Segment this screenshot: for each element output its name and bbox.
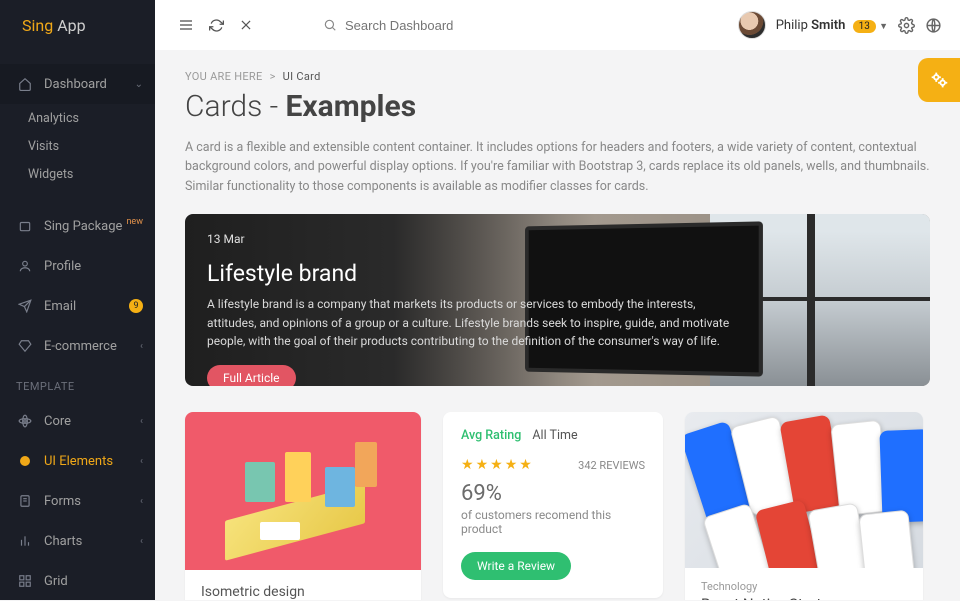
hero-card: 13 Mar Lifestyle brand A lifestyle brand… — [185, 214, 930, 386]
crumb-page: UI Card — [283, 70, 321, 83]
active-dot-icon — [16, 456, 34, 466]
card-title: Isometric design — [201, 584, 405, 600]
search-input[interactable] — [345, 18, 525, 33]
sidebar-item-email[interactable]: Email 9 — [0, 286, 155, 326]
chevron-left-icon: ‹ — [140, 416, 143, 427]
sidebar-label: Charts — [44, 534, 82, 549]
topbar: Philip Smith 13 ▼ — [155, 0, 960, 50]
brand-logo[interactable]: Sing App — [0, 0, 155, 50]
star-icon: ★ — [461, 457, 476, 473]
card-rating: Avg Rating All Time ★★★★★ 342 REVIEWS 69… — [443, 412, 663, 598]
main-content: YOU ARE HERE > UI Card Cards - Examples … — [155, 50, 960, 600]
crumb-sep: > — [270, 70, 276, 83]
home-icon — [16, 77, 34, 91]
sidebar-label: UI Elements — [44, 454, 113, 469]
chevron-left-icon: ‹ — [140, 496, 143, 507]
avg-rating-label: Avg Rating — [461, 428, 521, 443]
page-lead: A card is a flexible and extensible cont… — [185, 138, 930, 196]
chevron-left-icon: ‹ — [140, 341, 143, 352]
title-b: Examples — [286, 89, 417, 124]
chevron-left-icon: ‹ — [140, 536, 143, 547]
search-box[interactable] — [323, 18, 525, 33]
sidebar-item-dashboard[interactable]: Dashboard ⌄ — [0, 64, 155, 104]
sidebar-item-forms[interactable]: Forms ‹ — [0, 481, 155, 521]
sidebar-label: Sing Package — [44, 219, 122, 234]
refresh-button[interactable] — [203, 12, 229, 38]
email-count-badge: 9 — [129, 299, 143, 313]
sidebar-label: E-commerce — [44, 339, 117, 354]
avatar[interactable] — [738, 11, 766, 39]
sidebar: Sing App Dashboard ⌄ Analytics Visits Wi… — [0, 0, 155, 600]
caret-down-icon: ▼ — [879, 22, 888, 32]
recommend-percent: 69% — [461, 481, 645, 506]
sidebar-label: Email — [44, 299, 76, 314]
sidebar-label: Forms — [44, 494, 81, 509]
star-icon: ★ — [505, 457, 520, 473]
user-notif-badge: 13 — [853, 20, 876, 33]
package-icon — [16, 219, 34, 233]
sidebar-item-core[interactable]: Core ‹ — [0, 401, 155, 441]
atom-icon — [16, 414, 34, 428]
all-time-label: All Time — [532, 428, 577, 443]
write-review-button[interactable]: Write a Review — [461, 552, 571, 580]
user-first: Philip — [776, 18, 808, 33]
brand-part2: App — [57, 16, 85, 35]
send-icon — [16, 299, 34, 313]
sidebar-label: Dashboard — [44, 77, 107, 92]
sidebar-label: Core — [44, 414, 71, 429]
form-icon — [16, 494, 34, 508]
breadcrumb: YOU ARE HERE > UI Card — [185, 70, 930, 83]
sidebar-item-ui-elements[interactable]: UI Elements ‹ — [0, 441, 155, 481]
card-react-native[interactable]: Technology React Native Starter — [685, 412, 923, 600]
star-rating: ★★★★★ 342 REVIEWS — [461, 457, 645, 473]
hero-date: 13 Mar — [207, 232, 747, 246]
recommend-sub: of customers recomend this product — [461, 508, 645, 536]
new-sup: new — [126, 217, 143, 227]
settings-button[interactable] — [898, 17, 915, 34]
title-a: Cards - — [185, 89, 286, 124]
sidebar-label: Profile — [44, 259, 81, 274]
sidebar-item-ecommerce[interactable]: E-commerce ‹ — [0, 326, 155, 366]
reviews-count: 342 REVIEWS — [578, 459, 645, 472]
sidebar-item-grid[interactable]: Grid — [0, 561, 155, 601]
star-icon: ★ — [476, 457, 491, 473]
search-icon — [323, 18, 337, 32]
grid-icon — [16, 574, 34, 588]
full-article-button[interactable]: Full Article — [207, 365, 296, 386]
user-menu[interactable]: Philip Smith 13 ▼ — [776, 18, 888, 33]
hero-title: Lifestyle brand — [207, 260, 747, 287]
star-icon: ★ — [490, 457, 505, 473]
page-title: Cards - Examples — [185, 89, 930, 124]
sidebar-label: Grid — [44, 574, 68, 589]
sidebar-item-profile[interactable]: Profile — [0, 246, 155, 286]
sidebar-sub-visits[interactable]: Visits — [0, 132, 155, 160]
sidebar-sub-widgets[interactable]: Widgets — [0, 160, 155, 188]
card-isometric[interactable]: Isometric design — [185, 412, 421, 600]
brand-part1: Sing — [22, 16, 53, 35]
crumb-here: YOU ARE HERE — [185, 70, 263, 83]
sidebar-section-template: TEMPLATE — [0, 366, 155, 401]
card-category: Technology — [701, 580, 907, 593]
user-last: Smith — [811, 18, 845, 33]
diamond-icon — [16, 339, 34, 353]
user-icon — [16, 259, 34, 273]
sidebar-item-charts[interactable]: Charts ‹ — [0, 521, 155, 561]
menu-toggle-button[interactable] — [173, 12, 199, 38]
card-image — [685, 412, 923, 568]
close-button[interactable] — [233, 12, 259, 38]
chevron-left-icon: ‹ — [140, 456, 143, 467]
card-title: React Native Starter — [701, 595, 907, 600]
star-icon: ★ — [519, 457, 534, 473]
sidebar-item-sing-package[interactable]: Sing Package new — [0, 206, 155, 246]
card-image — [185, 412, 421, 570]
sidebar-sub-analytics[interactable]: Analytics — [0, 104, 155, 132]
hero-body: A lifestyle brand is a company that mark… — [207, 295, 747, 351]
chart-icon — [16, 534, 34, 548]
chevron-down-icon: ⌄ — [135, 79, 143, 90]
globe-button[interactable] — [925, 17, 942, 34]
